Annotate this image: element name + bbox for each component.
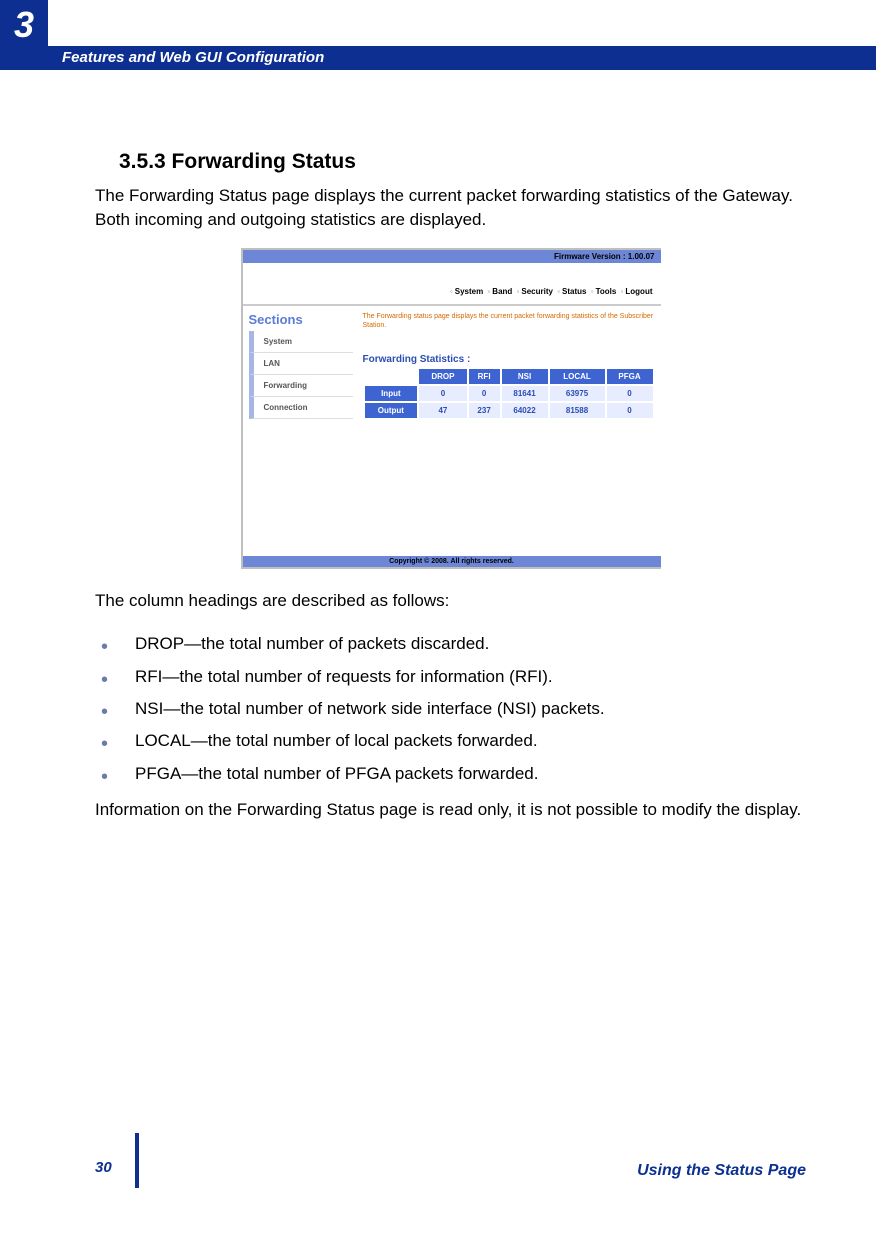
col-header: LOCAL bbox=[549, 368, 606, 385]
cell: 0 bbox=[468, 385, 501, 402]
main-panel: The Forwarding status page displays the … bbox=[353, 306, 661, 556]
nav-sep-icon: ◦ bbox=[517, 287, 520, 296]
cell: 81588 bbox=[549, 402, 606, 419]
column-intro: The column headings are described as fol… bbox=[95, 589, 806, 613]
list-item: RFI—the total number of requests for inf… bbox=[95, 661, 806, 693]
col-header: NSI bbox=[501, 368, 549, 385]
nav-sep-icon: ◦ bbox=[591, 287, 594, 296]
page-number: 30 bbox=[95, 1159, 112, 1180]
nav-item[interactable]: Logout bbox=[625, 287, 652, 296]
list-item: LOCAL—the total number of local packets … bbox=[95, 725, 806, 757]
sidebar-title: Sections bbox=[249, 312, 353, 327]
intro-paragraph: The Forwarding Status page displays the … bbox=[95, 184, 806, 232]
col-header: RFI bbox=[468, 368, 501, 385]
section-heading: 3.5.3 Forwarding Status bbox=[119, 150, 806, 174]
stats-table: DROP RFI NSI LOCAL PFGA Input 0 0 81641 … bbox=[363, 367, 655, 420]
cell: 81641 bbox=[501, 385, 549, 402]
table-header-row: DROP RFI NSI LOCAL PFGA bbox=[364, 368, 654, 385]
nav-item[interactable]: Security bbox=[521, 287, 553, 296]
copyright-bar: Copyright © 2008. All rights reserved. bbox=[243, 556, 661, 567]
header-title: Features and Web GUI Configuration bbox=[48, 46, 876, 70]
nav-sep-icon: ◦ bbox=[557, 287, 560, 296]
stats-title: Forwarding Statistics : bbox=[363, 354, 655, 365]
table-corner bbox=[364, 368, 419, 385]
row-header: Output bbox=[364, 402, 419, 419]
list-item: PFGA—the total number of PFGA packets fo… bbox=[95, 758, 806, 790]
cell: 0 bbox=[418, 385, 467, 402]
cell: 0 bbox=[606, 385, 654, 402]
row-header: Input bbox=[364, 385, 419, 402]
sidebar-item-connection[interactable]: Connection bbox=[249, 397, 353, 419]
nav-item[interactable]: Band bbox=[492, 287, 512, 296]
col-header: DROP bbox=[418, 368, 467, 385]
embedded-screenshot: Firmware Version : 1.00.07 ◦System ◦Band… bbox=[241, 248, 661, 569]
list-item: NSI—the total number of network side int… bbox=[95, 693, 806, 725]
footer-section-title: Using the Status Page bbox=[637, 1162, 806, 1180]
list-item: DROP—the total number of packets discard… bbox=[95, 628, 806, 660]
chapter-number: 3 bbox=[0, 0, 48, 70]
nav-sep-icon: ◦ bbox=[450, 287, 453, 296]
footer-rule bbox=[135, 1133, 139, 1188]
sidebar-item-system[interactable]: System bbox=[249, 331, 353, 353]
sidebar-item-lan[interactable]: LAN bbox=[249, 353, 353, 375]
panel-description: The Forwarding status page displays the … bbox=[363, 312, 655, 342]
cell: 63975 bbox=[549, 385, 606, 402]
sidebar-item-forwarding[interactable]: Forwarding bbox=[249, 375, 353, 397]
nav-item[interactable]: Status bbox=[562, 287, 586, 296]
nav-sep-icon: ◦ bbox=[487, 287, 490, 296]
table-row: Input 0 0 81641 63975 0 bbox=[364, 385, 654, 402]
sidebar: Sections System LAN Forwarding Connectio… bbox=[243, 306, 353, 556]
cell: 237 bbox=[468, 402, 501, 419]
col-header: PFGA bbox=[606, 368, 654, 385]
cell: 47 bbox=[418, 402, 467, 419]
firmware-bar: Firmware Version : 1.00.07 bbox=[243, 250, 661, 263]
table-row: Output 47 237 64022 81588 0 bbox=[364, 402, 654, 419]
bullet-list: DROP—the total number of packets discard… bbox=[95, 628, 806, 789]
cell: 64022 bbox=[501, 402, 549, 419]
nav-item[interactable]: System bbox=[455, 287, 483, 296]
closing-paragraph: Information on the Forwarding Status pag… bbox=[95, 798, 806, 822]
cell: 0 bbox=[606, 402, 654, 419]
nav-sep-icon: ◦ bbox=[621, 287, 624, 296]
nav-item[interactable]: Tools bbox=[596, 287, 617, 296]
nav-bar: ◦System ◦Band ◦Security ◦Status ◦Tools ◦… bbox=[243, 263, 661, 306]
